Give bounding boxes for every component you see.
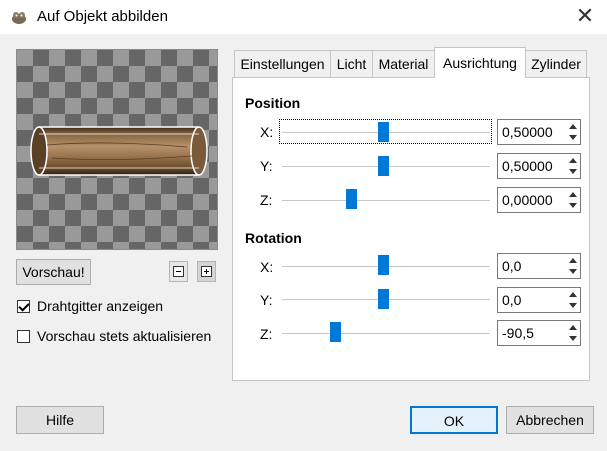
position-x-value[interactable]: 0,50000 <box>502 124 553 140</box>
spin-down-icon[interactable] <box>569 203 577 208</box>
spin-arrows[interactable] <box>567 121 579 143</box>
spin-down-icon[interactable] <box>569 169 577 174</box>
ok-button[interactable]: OK <box>410 406 498 434</box>
zoom-out-button[interactable] <box>169 261 188 282</box>
spin-down-icon[interactable] <box>569 336 577 341</box>
position-z-value[interactable]: 0,00000 <box>502 192 553 208</box>
rotation-z-value[interactable]: -90,5 <box>502 325 534 341</box>
position-z-slider-thumb[interactable] <box>346 189 357 209</box>
spin-up-icon[interactable] <box>569 192 577 197</box>
wireframe-checkbox[interactable] <box>17 300 30 313</box>
rotation-x-spinbox[interactable]: 0,0 <box>497 253 581 279</box>
help-button[interactable]: Hilfe <box>16 406 104 434</box>
tab-licht[interactable]: Licht <box>330 50 373 77</box>
gimp-app-icon <box>12 12 26 24</box>
rotation-z-label: Z: <box>260 326 273 342</box>
tab-einstellungen[interactable]: Einstellungen <box>234 50 331 77</box>
rotation-x-slider-thumb[interactable] <box>378 255 389 275</box>
preview-canvas <box>16 49 218 250</box>
cylinder-preview-image <box>30 126 208 176</box>
position-z-label: Z: <box>260 192 273 208</box>
position-heading: Position <box>245 95 301 111</box>
window-title: Auf Objekt abbilden <box>37 8 168 25</box>
rotation-z-spinbox[interactable]: -90,5 <box>497 320 581 346</box>
zoom-in-button[interactable] <box>197 261 216 282</box>
title-bar: Auf Objekt abbilden ✕ <box>0 0 607 34</box>
spin-up-icon[interactable] <box>569 124 577 129</box>
close-icon[interactable]: ✕ <box>572 4 598 30</box>
spin-arrows[interactable] <box>567 155 579 177</box>
position-y-value[interactable]: 0,50000 <box>502 158 553 174</box>
preview-button[interactable]: Vorschau! <box>16 259 91 285</box>
rotation-y-label: Y: <box>260 292 273 308</box>
spin-arrows[interactable] <box>567 289 579 311</box>
position-z-slider-track[interactable] <box>282 200 490 201</box>
position-y-spinbox[interactable]: 0,50000 <box>497 153 581 179</box>
position-x-slider-thumb[interactable] <box>378 122 389 142</box>
spin-up-icon[interactable] <box>569 325 577 330</box>
cancel-button[interactable]: Abbrechen <box>506 406 594 434</box>
zoom-out-icon <box>173 266 184 277</box>
tab-zylinder[interactable]: Zylinder <box>525 50 587 77</box>
rotation-y-spinbox[interactable]: 0,0 <box>497 287 581 313</box>
spin-down-icon[interactable] <box>569 303 577 308</box>
rotation-z-slider-track[interactable] <box>282 333 490 334</box>
position-y-slider-thumb[interactable] <box>378 156 389 176</box>
auto-update-label: Vorschau stets aktualisieren <box>37 328 212 344</box>
rotation-y-slider-thumb[interactable] <box>378 289 389 309</box>
spin-down-icon[interactable] <box>569 269 577 274</box>
spin-arrows[interactable] <box>567 189 579 211</box>
rotation-z-slider-thumb[interactable] <box>330 322 341 342</box>
spin-down-icon[interactable] <box>569 135 577 140</box>
spin-arrows[interactable] <box>567 322 579 344</box>
rotation-y-value[interactable]: 0,0 <box>502 292 521 308</box>
rotation-heading: Rotation <box>245 230 302 246</box>
position-z-spinbox[interactable]: 0,00000 <box>497 187 581 213</box>
rotation-x-label: X: <box>260 259 274 275</box>
spin-up-icon[interactable] <box>569 158 577 163</box>
zoom-in-icon <box>201 266 212 277</box>
position-y-label: Y: <box>260 158 273 174</box>
wireframe-label: Drahtgitter anzeigen <box>37 298 164 314</box>
spin-up-icon[interactable] <box>569 292 577 297</box>
tab-ausrichtung[interactable]: Ausrichtung <box>434 47 526 78</box>
spin-arrows[interactable] <box>567 255 579 277</box>
position-x-label: X: <box>260 124 274 140</box>
tab-material[interactable]: Material <box>372 50 435 77</box>
rotation-x-value[interactable]: 0,0 <box>502 258 521 274</box>
position-x-spinbox[interactable]: 0,50000 <box>497 119 581 145</box>
auto-update-checkbox[interactable] <box>17 330 30 343</box>
spin-up-icon[interactable] <box>569 258 577 263</box>
